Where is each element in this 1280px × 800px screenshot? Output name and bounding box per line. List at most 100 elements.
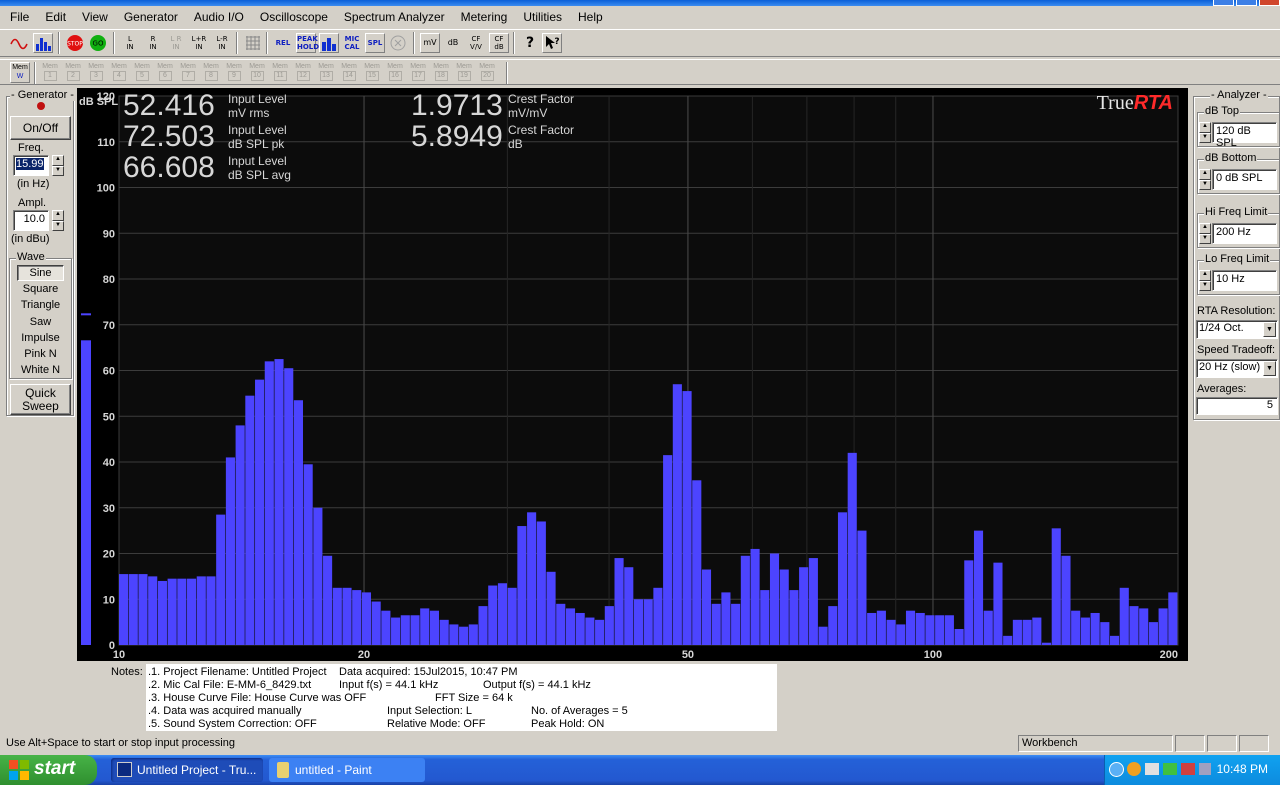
hi-freq-spinner[interactable]: ▲ ▼: [1199, 223, 1211, 244]
memory-slot-3-button[interactable]: Mem 3: [86, 62, 106, 83]
quick-sweep-button[interactable]: Quick Sweep: [10, 384, 71, 415]
memory-working-button[interactable]: Mem W: [10, 62, 30, 83]
memory-slot-8-button[interactable]: Mem 8: [201, 62, 221, 83]
db-top-input[interactable]: 120 dB SPL: [1212, 122, 1277, 149]
crest-factor-vv-button[interactable]: CF V/V: [466, 33, 486, 53]
memory-slot-12-button[interactable]: Mem 12: [293, 62, 313, 83]
db-bottom-input[interactable]: 0 dB SPL: [1212, 169, 1277, 190]
volume-icon[interactable]: [1145, 763, 1159, 775]
y-tick-label: 50: [103, 411, 115, 423]
difference-input-button[interactable]: L-R IN: [212, 33, 232, 53]
context-help-button[interactable]: ?: [542, 33, 562, 53]
menu-spectrum-analyzer[interactable]: Spectrum Analyzer: [336, 10, 453, 24]
stop-button[interactable]: STOP: [65, 33, 85, 53]
maximize-button[interactable]: [1236, 0, 1257, 6]
memory-slot-1-button[interactable]: Mem 1: [40, 62, 60, 83]
left-input-button[interactable]: L IN: [120, 33, 140, 53]
wave-square-button[interactable]: Square: [17, 281, 64, 297]
wave-white-noise-button[interactable]: White N: [17, 362, 64, 378]
memory-slot-10-button[interactable]: Mem 10: [247, 62, 267, 83]
menu-generator[interactable]: Generator: [116, 10, 186, 24]
menu-utilities[interactable]: Utilities: [515, 10, 570, 24]
generator-onoff-button[interactable]: On/Off: [10, 116, 71, 140]
close-button[interactable]: [1259, 0, 1280, 6]
menu-metering[interactable]: Metering: [453, 10, 516, 24]
memory-slot-5-button[interactable]: Mem 5: [132, 62, 152, 83]
spl-button[interactable]: SPL: [365, 33, 385, 53]
memory-slot-7-button[interactable]: Mem 7: [178, 62, 198, 83]
wave-impulse-button[interactable]: Impulse: [17, 330, 64, 346]
signal-icon[interactable]: [1163, 763, 1177, 775]
frequency-spinner[interactable]: ▲ ▼: [52, 155, 64, 176]
menu-oscilloscope[interactable]: Oscilloscope: [252, 10, 336, 24]
spectrum-mode-button[interactable]: [33, 33, 53, 53]
db-top-spinner[interactable]: ▲ ▼: [1199, 122, 1211, 143]
rta-resolution-select[interactable]: 1/24 Oct. ▼: [1196, 320, 1278, 339]
right-input-button[interactable]: R IN: [143, 33, 163, 53]
left-right-input-button[interactable]: L R IN: [166, 33, 186, 53]
wave-triangle-button[interactable]: Triangle: [17, 297, 64, 313]
tray-app-icon[interactable]: [1127, 762, 1141, 776]
averages-input[interactable]: 5: [1196, 397, 1278, 415]
memory-slot-number: 11: [273, 71, 287, 81]
network-icon[interactable]: [1181, 763, 1195, 775]
wave-saw-button[interactable]: Saw: [17, 314, 64, 330]
memory-slot-20-button[interactable]: Mem 20: [477, 62, 497, 83]
minimize-button[interactable]: [1213, 0, 1234, 6]
menu-view[interactable]: View: [74, 10, 116, 24]
crest-factor-db-button[interactable]: CF dB: [489, 33, 509, 53]
wave-pink-noise-button[interactable]: Pink N: [17, 346, 64, 362]
amplitude-spinner[interactable]: ▲ ▼: [52, 210, 64, 231]
memory-slot-18-button[interactable]: Mem 18: [431, 62, 451, 83]
relative-button[interactable]: REL: [273, 33, 293, 53]
lo-freq-spinner[interactable]: ▲ ▼: [1199, 270, 1211, 291]
memory-slot-2-button[interactable]: Mem 2: [63, 62, 83, 83]
go-button[interactable]: GO: [88, 33, 108, 53]
taskbar-paint-button[interactable]: untitled - Paint: [269, 758, 425, 782]
memory-slot-6-button[interactable]: Mem 6: [155, 62, 175, 83]
memory-slot-4-button[interactable]: Mem 4: [109, 62, 129, 83]
spectrum-display: 0 10 20 30 40 50 60 70 80 90 100 110 120 10 20 50 100 200…: [77, 88, 1188, 661]
notes-label: Notes:: [111, 666, 143, 678]
hi-freq-input[interactable]: 200 Hz: [1212, 223, 1277, 244]
memory-slot-11-button[interactable]: Mem 11: [270, 62, 290, 83]
tray-expand-icon[interactable]: [1109, 762, 1124, 777]
taskbar-truerta-button[interactable]: Untitled Project - Tru...: [111, 758, 263, 782]
grid-button[interactable]: [243, 33, 263, 53]
start-button[interactable]: start: [0, 755, 97, 785]
help-button[interactable]: ?: [520, 33, 540, 53]
peak-hold-button[interactable]: PEAK HOLD: [296, 33, 319, 53]
memory-slot-17-button[interactable]: Mem 17: [408, 62, 428, 83]
memory-slot-15-button[interactable]: Mem 15: [362, 62, 382, 83]
spectrum-bar: [245, 395, 255, 645]
sum-input-button[interactable]: L+R IN: [189, 33, 209, 53]
memory-slot-9-button[interactable]: Mem 9: [224, 62, 244, 83]
memory-slot-14-button[interactable]: Mem 14: [339, 62, 359, 83]
menu-edit[interactable]: Edit: [37, 10, 74, 24]
spectrum-bar: [595, 619, 605, 645]
db-units-button[interactable]: dB: [443, 33, 463, 53]
amplitude-input[interactable]: 10.0: [13, 210, 49, 231]
lo-freq-input[interactable]: 10 Hz: [1212, 270, 1277, 291]
menu-file[interactable]: File: [0, 10, 37, 24]
x-tick-label: 100: [924, 649, 942, 661]
db-bottom-spinner[interactable]: ▲ ▼: [1199, 169, 1211, 190]
mv-units-button[interactable]: mV: [420, 33, 440, 53]
readout-crest-db-label2: dB: [508, 137, 523, 151]
menu-audio-io[interactable]: Audio I/O: [186, 10, 252, 24]
clear-button[interactable]: [388, 33, 408, 53]
oscilloscope-mode-button[interactable]: [9, 33, 29, 53]
memory-slot-16-button[interactable]: Mem 16: [385, 62, 405, 83]
memory-slot-13-button[interactable]: Mem 13: [316, 62, 336, 83]
spectrum-bar: [565, 608, 576, 645]
mic-cal-button[interactable]: MIC CAL: [342, 33, 362, 53]
menu-help[interactable]: Help: [570, 10, 611, 24]
spectrum-bar: [1022, 619, 1032, 645]
tray-util-icon[interactable]: [1199, 763, 1211, 775]
memory-slot-19-button[interactable]: Mem 19: [454, 62, 474, 83]
frequency-input[interactable]: 15.99: [13, 155, 49, 176]
average-button[interactable]: [319, 33, 339, 53]
wave-sine-button[interactable]: Sine: [17, 265, 64, 281]
speed-tradeoff-select[interactable]: 20 Hz (slow) ▼: [1196, 359, 1278, 378]
spectrum-bar: [517, 526, 527, 645]
